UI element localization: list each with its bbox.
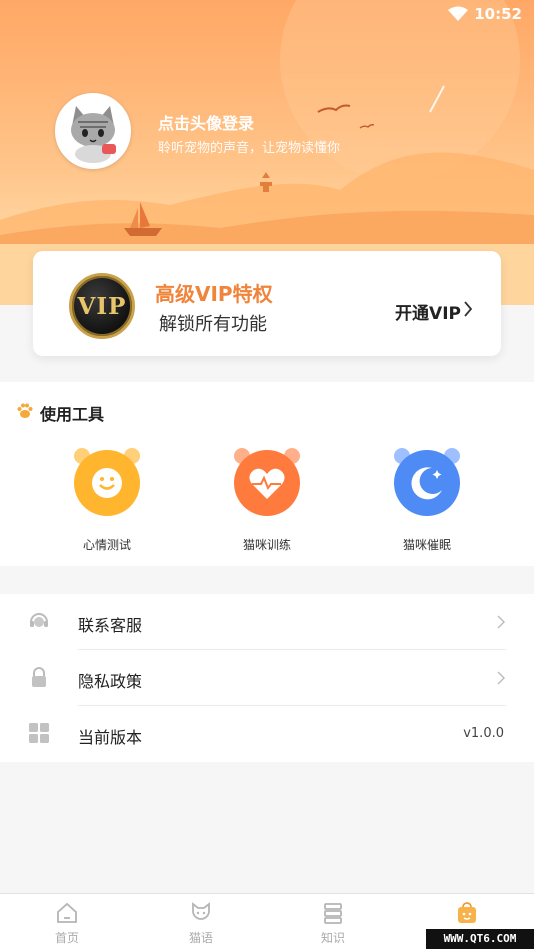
avatar[interactable] [55, 93, 131, 169]
heart-pulse-icon [234, 448, 300, 516]
tab-cat-language[interactable]: 猫语 [134, 894, 268, 949]
vip-badge-text: VIP [77, 293, 127, 320]
settings-list: 联系客服 隐私政策 当前版本 v1.0.0 [0, 594, 534, 762]
open-vip-button[interactable]: 开通VIP [395, 299, 461, 324]
lock-icon [32, 667, 46, 687]
cat-face-icon [192, 902, 210, 920]
version-value: v1.0.0 [463, 726, 504, 741]
login-title[interactable]: 点击头像登录 [158, 110, 254, 134]
tool-cat-training[interactable]: 猫咪训练 [207, 444, 327, 554]
tab-label: 猫语 [188, 931, 213, 945]
profile-page: 10:52 点击头像登录 聆听宠物的声音，让宠物读懂你 VIP 高级VIP特权 [0, 0, 534, 949]
vip-title: 高级VIP特权 [155, 282, 273, 306]
cat-avatar-icon [58, 96, 128, 166]
login-subtitle: 聆听宠物的声音，让宠物读懂你 [158, 141, 341, 156]
tool-cat-hypnosis[interactable]: 猫咪催眠 [367, 444, 487, 554]
tool-label: 心情测试 [82, 538, 131, 552]
grid-icon [29, 723, 49, 743]
tab-label: 知识 [320, 931, 345, 945]
tab-knowledge[interactable]: 知识 [266, 894, 400, 949]
chevron-right-icon [464, 301, 473, 317]
settings-row-privacy[interactable]: 隐私政策 [0, 650, 534, 706]
chevron-right-icon [497, 615, 505, 629]
tool-label: 猫咪催眠 [402, 538, 451, 552]
tab-label: 首页 [54, 931, 79, 945]
row-label: 隐私政策 [78, 672, 143, 691]
vip-subtitle: 解锁所有功能 [159, 314, 267, 335]
tool-mood-test[interactable]: 心情测试 [47, 444, 167, 554]
row-label: 当前版本 [78, 728, 143, 747]
tools-section: 使用工具 心情测试 猫咪训练 猫咪催眠 [0, 382, 534, 566]
headset-icon [30, 613, 48, 627]
tab-home[interactable]: 首页 [0, 894, 134, 949]
vip-badge-icon: VIP [69, 273, 135, 339]
tool-label: 猫咪训练 [242, 538, 291, 552]
status-bar: 10:52 [0, 0, 534, 30]
chevron-right-icon [497, 671, 505, 685]
settings-row-contact[interactable]: 联系客服 [0, 594, 534, 650]
settings-row-version: 当前版本 v1.0.0 [0, 706, 534, 762]
watermark: WWW.QT6.COM [426, 929, 534, 949]
tools-title: 使用工具 [40, 405, 105, 424]
status-time: 10:52 [474, 5, 522, 23]
paw-icon [17, 403, 33, 418]
wifi-icon [448, 6, 468, 21]
bag-icon [458, 902, 476, 923]
row-label: 联系客服 [78, 616, 143, 635]
vip-card[interactable]: VIP 高级VIP特权 解锁所有功能 开通VIP [33, 251, 501, 356]
smile-icon [74, 448, 140, 516]
home-icon [57, 902, 77, 923]
moon-icon [394, 448, 460, 516]
books-icon [324, 903, 342, 924]
